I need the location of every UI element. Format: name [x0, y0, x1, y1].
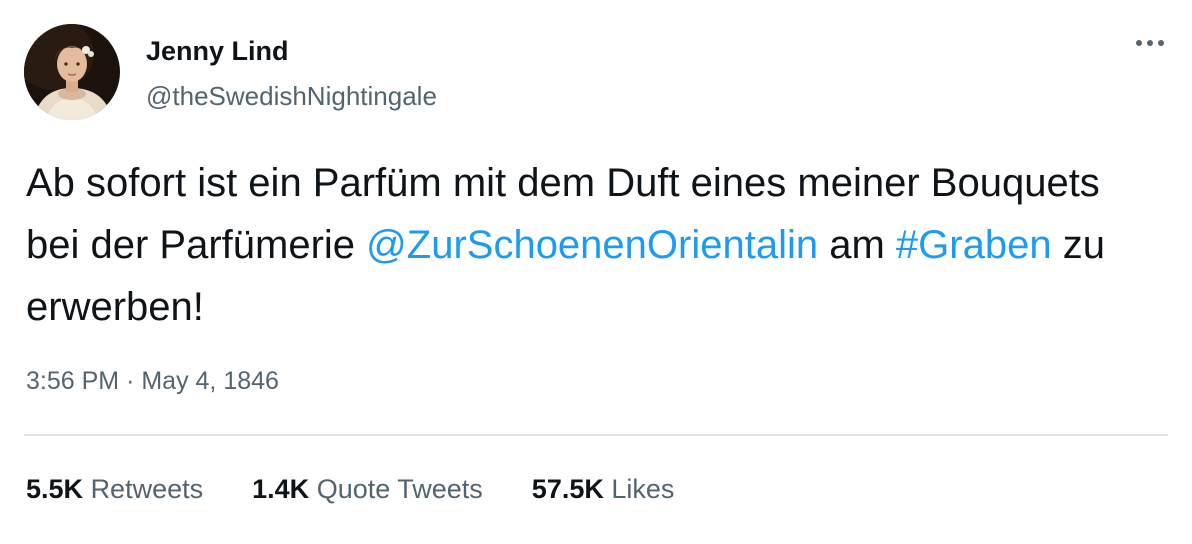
hashtag-link[interactable]: #Graben	[896, 223, 1052, 267]
dot	[1147, 40, 1153, 46]
portrait-image	[24, 24, 120, 120]
dot	[1158, 40, 1164, 46]
tweet-date[interactable]: May 4, 1846	[141, 367, 279, 395]
tweet-time[interactable]: 3:56 PM	[26, 367, 119, 395]
likes-label: Likes	[611, 474, 675, 504]
quote-tweets-label: Quote Tweets	[316, 474, 483, 504]
meta-separator: ·	[126, 367, 135, 395]
retweets-count: 5.5K	[26, 474, 84, 504]
tweet-card: Jenny Lind @theSwedishNightingale Ab sof…	[0, 0, 1192, 544]
quote-tweets-count: 1.4K	[252, 474, 310, 504]
mention-link[interactable]: @ZurSchoenenOrientalin	[366, 223, 818, 267]
divider	[24, 434, 1168, 436]
author-name[interactable]: Jenny Lind	[146, 36, 289, 67]
tweet-timestamp: 3:56 PM · May 4, 1846	[26, 367, 279, 396]
tweet-text: Ab sofort ist ein Parfüm mit dem Duft ei…	[26, 152, 1156, 338]
quote-tweets-stat[interactable]: 1.4K Quote Tweets	[252, 474, 483, 505]
retweets-stat[interactable]: 5.5K Retweets	[26, 474, 203, 505]
tweet-stats: 5.5K Retweets 1.4K Quote Tweets 57.5K Li…	[26, 474, 674, 505]
avatar[interactable]	[24, 24, 120, 120]
likes-stat[interactable]: 57.5K Likes	[532, 474, 675, 505]
tweet-text-part: am	[818, 223, 896, 267]
likes-count: 57.5K	[531, 474, 604, 504]
retweets-label: Retweets	[90, 474, 204, 504]
author-handle[interactable]: @theSwedishNightingale	[146, 81, 437, 112]
dot	[1136, 40, 1142, 46]
more-options-icon[interactable]	[1130, 28, 1170, 58]
